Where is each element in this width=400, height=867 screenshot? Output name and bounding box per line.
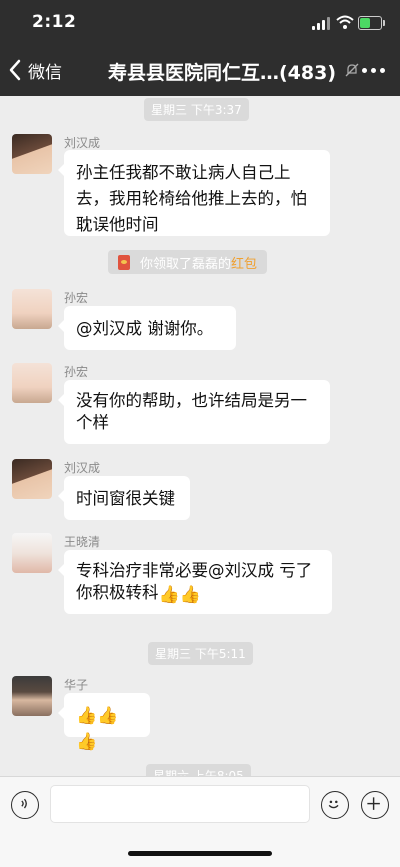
- status-time: 2:12: [32, 12, 77, 32]
- chat-title: 寿县县医院同仁互…(483): [108, 62, 337, 84]
- notice-text: 你领取了磊磊的: [140, 256, 232, 272]
- message-bubble[interactable]: 没有你的帮助，也许结局是另一个样: [58, 380, 330, 444]
- sender-name: 孙宏: [64, 365, 89, 379]
- battery-icon: [358, 16, 385, 30]
- home-indicator[interactable]: [128, 851, 272, 856]
- chat-message-list[interactable]: 星期三 下午3:37 刘汉成 孙主任我都不敢让病人自己上去，我用轮椅给他推上去的…: [0, 96, 400, 776]
- back-button[interactable]: 微信: [8, 54, 62, 86]
- sender-name: 王晓清: [64, 535, 101, 549]
- sender-name: 刘汉成: [64, 461, 101, 475]
- red-packet-notice[interactable]: 你领取了磊磊的 红包: [108, 250, 268, 274]
- sender-name: 刘汉成: [64, 136, 101, 150]
- thumbs-up-icon: 👍👍👍: [76, 706, 119, 752]
- sender-name: 孙宏: [64, 291, 89, 305]
- back-label: 微信: [28, 62, 62, 83]
- avatar[interactable]: [12, 134, 52, 174]
- red-packet-icon: [118, 254, 130, 270]
- avatar[interactable]: [12, 533, 52, 573]
- avatar[interactable]: [12, 459, 52, 499]
- avatar[interactable]: [12, 363, 52, 403]
- timestamp: 星期六 上午8:05: [146, 764, 251, 776]
- more-options-button[interactable]: [362, 68, 385, 73]
- smiley-icon: [328, 800, 339, 809]
- message-input[interactable]: [50, 785, 310, 823]
- thumbs-up-icon: 👍👍: [158, 585, 201, 605]
- voice-input-button[interactable]: [11, 791, 39, 819]
- more-input-button[interactable]: [361, 791, 389, 819]
- plus-icon: [367, 797, 380, 810]
- wifi-icon: [336, 15, 354, 29]
- top-bar: 2:12 微信 寿县县医院同仁互…(483): [0, 0, 400, 96]
- message-bubble[interactable]: 时间窗很关键: [58, 476, 190, 520]
- message-bubble[interactable]: 孙主任我都不敢让病人自己上去，我用轮椅给他推上去的，怕耽误他时间: [58, 150, 330, 236]
- avatar[interactable]: [12, 289, 52, 329]
- timestamp: 星期三 下午5:11: [148, 642, 253, 665]
- sender-name: 华子: [64, 678, 89, 692]
- red-packet-link[interactable]: 红包: [231, 253, 257, 272]
- cellular-signal-icon: [312, 17, 334, 30]
- voice-icon: [21, 798, 27, 809]
- message-bubble[interactable]: @刘汉成 谢谢你。: [58, 306, 236, 350]
- chat-nav-bar: 微信 寿县县医院同仁互…(483): [0, 50, 400, 90]
- chevron-left-icon: [9, 59, 21, 81]
- message-bubble[interactable]: 👍👍👍: [58, 693, 150, 752]
- message-bubble[interactable]: 专科治疗非常必要@刘汉成 亏了你积极转科👍👍: [58, 550, 332, 614]
- status-bar: 2:12: [0, 0, 400, 44]
- timestamp: 星期三 下午3:37: [144, 98, 249, 121]
- mute-bell-icon: [345, 63, 359, 77]
- emoji-button[interactable]: [321, 791, 349, 819]
- avatar[interactable]: [12, 676, 52, 716]
